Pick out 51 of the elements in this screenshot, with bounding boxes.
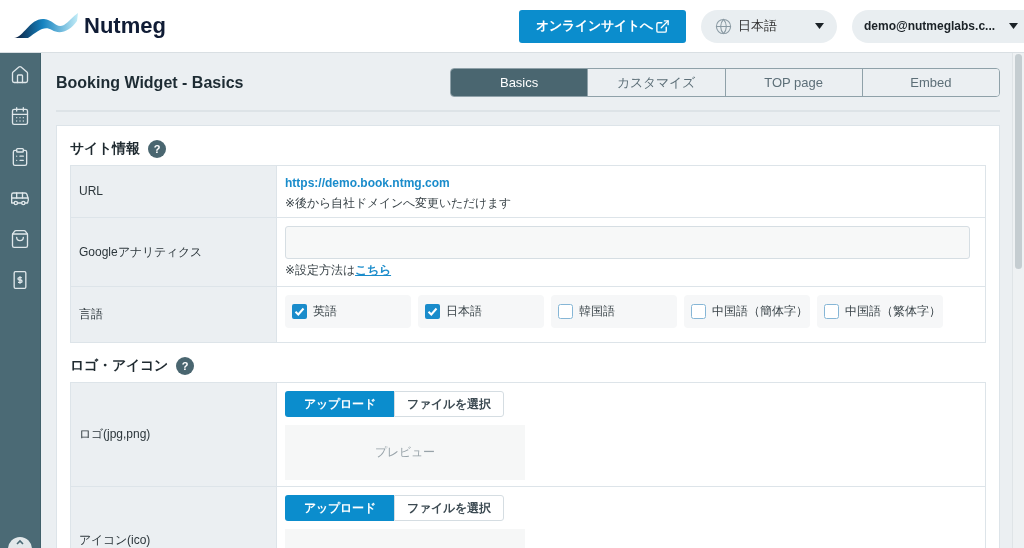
logo-text: Nutmeg <box>84 13 166 39</box>
section-title: ロゴ・アイコン <box>70 357 168 375</box>
globe-icon <box>715 17 732 35</box>
language-option[interactable]: 中国語（簡体字） <box>684 295 810 328</box>
external-link-icon <box>654 18 670 34</box>
url-note: ※後から自社ドメインへ変更いただけます <box>285 195 512 212</box>
scrollbar-thumb[interactable] <box>1015 54 1022 269</box>
upload-button[interactable]: アップロード <box>285 495 394 521</box>
language-option[interactable]: 日本語 <box>418 295 544 328</box>
option-label: 中国語（繁体字） <box>845 303 941 320</box>
preview-area: プレビュー <box>285 425 525 480</box>
clipboard-icon[interactable] <box>10 147 30 167</box>
page-title: Booking Widget - Basics <box>56 73 244 92</box>
help-link[interactable]: こちら <box>355 263 392 277</box>
language-option[interactable]: 英語 <box>285 295 411 328</box>
section-title: サイト情報 <box>70 140 140 158</box>
checkbox[interactable] <box>558 304 573 319</box>
help-icon[interactable]: ? <box>148 140 166 158</box>
field-label: URL <box>71 166 277 217</box>
choose-file-button[interactable]: ファイルを選択 <box>394 495 504 521</box>
checkbox[interactable] <box>292 304 307 319</box>
calendar-icon[interactable] <box>10 106 30 126</box>
caret-icon <box>815 23 824 29</box>
language-select[interactable]: 日本語 <box>701 9 837 43</box>
wave-logo-icon <box>14 13 78 39</box>
field-label: Googleアナリティクス <box>71 218 277 286</box>
site-url-link[interactable]: https://demo.book.ntmg.com <box>285 174 450 192</box>
analytics-input[interactable] <box>285 226 970 259</box>
caret-icon <box>1009 23 1018 29</box>
upload-button[interactable]: アップロード <box>285 391 394 417</box>
option-label: 英語 <box>313 303 337 320</box>
home-icon[interactable] <box>10 65 30 85</box>
language-option[interactable]: 中国語（繁体字） <box>817 295 943 328</box>
tab[interactable]: Basics <box>451 69 588 96</box>
checkbox[interactable] <box>824 304 839 319</box>
online-site-button[interactable]: オンラインサイトへ <box>519 9 686 43</box>
language-option[interactable]: 韓国語 <box>551 295 677 328</box>
option-label: 日本語 <box>446 303 482 320</box>
checkbox[interactable] <box>425 304 440 319</box>
field-label: ロゴ(jpg,png) <box>71 383 277 486</box>
bag-icon[interactable] <box>10 229 30 249</box>
choose-file-button[interactable]: ファイルを選択 <box>394 391 504 417</box>
setup-note: ※設定方法はこちら <box>285 262 392 279</box>
option-label: 中国語（簡体字） <box>712 303 808 320</box>
field-label: アイコン(ico) <box>71 487 277 548</box>
checkbox[interactable] <box>691 304 706 319</box>
field-label: 言語 <box>71 287 277 342</box>
option-label: 韓国語 <box>579 303 615 320</box>
help-icon[interactable]: ? <box>176 357 194 375</box>
tab[interactable]: Embed <box>861 69 999 96</box>
user-menu[interactable]: demo@nutmeglabs.c... <box>852 9 1024 43</box>
